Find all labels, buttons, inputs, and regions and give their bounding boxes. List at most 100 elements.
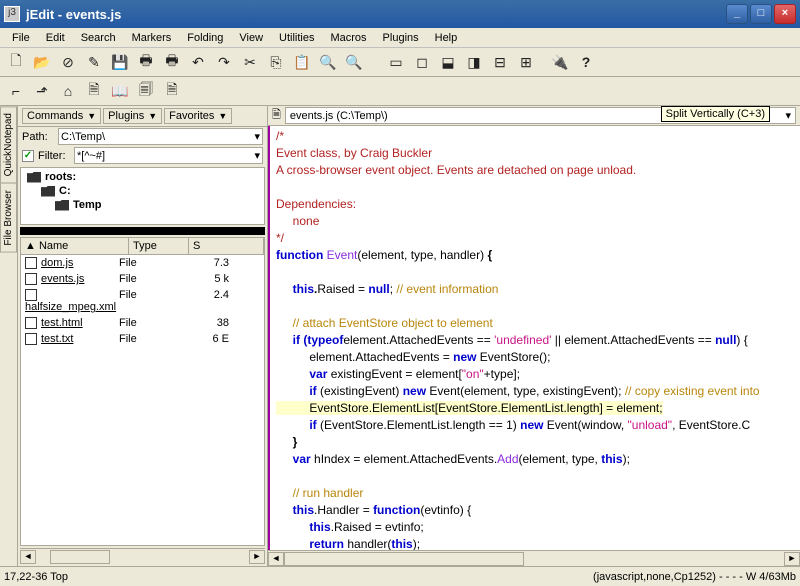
menu-file[interactable]: File — [4, 30, 38, 46]
file-icon — [25, 333, 37, 345]
new-icon[interactable]: 🗋 — [4, 50, 28, 74]
split-none-icon[interactable]: ◻ — [410, 50, 434, 74]
no-icon[interactable]: ⊘ — [56, 50, 80, 74]
plugins-dropdown[interactable]: Plugins▼ — [103, 108, 162, 124]
col-type[interactable]: Type — [129, 238, 189, 254]
file-row[interactable]: halfsize_mpeg.xmlFile2.4 — [21, 287, 264, 315]
filter-row: ✓ Filter: *[^~#]▾ — [18, 146, 267, 165]
menu-plugins[interactable]: Plugins — [375, 30, 427, 46]
buffers-icon[interactable]: ⊟ — [488, 50, 512, 74]
scroll-left-icon[interactable]: ◄ — [20, 550, 36, 564]
open-icon[interactable]: 📂 — [30, 50, 54, 74]
titlebar: j3 jEdit - events.js _ □ × — [0, 0, 800, 28]
tooltip: Split Vertically (C+3) — [661, 106, 770, 122]
book-icon[interactable]: 📖 — [108, 79, 132, 103]
plugins-icon[interactable]: 🔌 — [548, 50, 572, 74]
scroll-left-icon[interactable]: ◄ — [268, 552, 284, 566]
toolbar-second: ⌐ ⬏ ⌂ 🗎 📖 🗐 🗎 — [0, 77, 800, 106]
main-area: QuickNotepad File Browser Commands▼ Plug… — [0, 106, 800, 566]
file-row[interactable]: dom.jsFile7.3 — [21, 255, 264, 271]
file-row[interactable]: test.htmlFile38 — [21, 315, 264, 331]
scroll-thumb[interactable] — [50, 550, 110, 564]
menu-help[interactable]: Help — [427, 30, 466, 46]
folder-icon — [41, 186, 55, 197]
status-position: 17,22-36 Top — [4, 571, 68, 583]
col-name[interactable]: ▲ Name — [21, 238, 129, 254]
sidebar-button-bar: Commands▼ Plugins▼ Favorites▼ — [18, 106, 267, 127]
filter-field[interactable]: *[^~#]▾ — [74, 147, 263, 164]
app-icon: j3 — [4, 6, 20, 22]
doc-icon: 🗎 — [272, 106, 281, 125]
find-next-icon[interactable]: 🔍 — [342, 50, 366, 74]
home-icon[interactable]: ⌂ — [56, 79, 80, 103]
tab-quicknotepad[interactable]: QuickNotepad — [0, 106, 17, 183]
pages-icon[interactable]: 🗐 — [134, 79, 158, 103]
split-h-icon[interactable]: ⬓ — [436, 50, 460, 74]
status-encoding: (javascript,none,Cp1252) - - - - W 4/63M… — [593, 571, 796, 583]
editor-pane: 🗎 events.js (C:\Temp\)▾ Split Vertically… — [268, 106, 800, 566]
toolbar-main: 🗋 📂 ⊘ ✎ 💾 🖶 🖶 ↶ ↷ ✂ ⎘ 📋 🔍 🔍 ▭ ◻ ⬓ ◨ ⊟ ⊞ … — [0, 48, 800, 77]
editor-h-scrollbar[interactable]: ◄ ► — [268, 550, 800, 566]
favorites-dropdown[interactable]: Favorites▼ — [164, 108, 232, 124]
commands-dropdown[interactable]: Commands▼ — [22, 108, 101, 124]
help-icon[interactable]: ? — [574, 50, 598, 74]
folder-tree[interactable]: roots: C: Temp — [20, 167, 265, 225]
file-icon — [25, 273, 37, 285]
print-icon[interactable]: 🖶 — [134, 50, 158, 74]
window-title: jEdit - events.js — [26, 7, 724, 22]
print-page-icon[interactable]: 🖶 — [160, 50, 184, 74]
file-list: ▲ Name Type S dom.jsFile7.3 events.jsFil… — [20, 237, 265, 546]
file-icon — [25, 317, 37, 329]
page-icon[interactable]: 🗎 — [82, 79, 106, 103]
menu-view[interactable]: View — [231, 30, 271, 46]
tree-up-icon[interactable]: ⬏ — [30, 79, 54, 103]
tab-file-browser[interactable]: File Browser — [0, 183, 17, 253]
menubar: File Edit Search Markers Folding View Ut… — [0, 28, 800, 48]
h-scrollbar[interactable]: ◄ ► — [20, 548, 265, 564]
menu-markers[interactable]: Markers — [124, 30, 180, 46]
menu-macros[interactable]: Macros — [322, 30, 374, 46]
buffers2-icon[interactable]: ⊞ — [514, 50, 538, 74]
folder-icon — [55, 200, 69, 211]
col-size[interactable]: S — [189, 238, 264, 254]
cut-icon[interactable]: ✂ — [238, 50, 262, 74]
side-tabs: QuickNotepad File Browser — [0, 106, 18, 566]
save-icon[interactable]: 💾 — [108, 50, 132, 74]
buffer-bar: 🗎 events.js (C:\Temp\)▾ Split Vertically… — [268, 106, 800, 126]
menu-search[interactable]: Search — [73, 30, 124, 46]
shape-l-icon[interactable]: ⌐ — [4, 79, 28, 103]
undo-icon[interactable]: ↶ — [186, 50, 210, 74]
menu-edit[interactable]: Edit — [38, 30, 73, 46]
path-field[interactable]: C:\Temp\▾ — [58, 128, 263, 145]
code-area[interactable]: /* Event class, by Craig Buckler A cross… — [268, 126, 800, 550]
maximize-button[interactable]: □ — [750, 4, 772, 24]
paste-icon[interactable]: 📋 — [290, 50, 314, 74]
menu-utilities[interactable]: Utilities — [271, 30, 322, 46]
scroll-right-icon[interactable]: ► — [784, 552, 800, 566]
scroll-strip[interactable] — [20, 227, 265, 235]
filter-label: Filter: — [38, 150, 70, 162]
path-label: Path: — [22, 131, 54, 143]
page2-icon[interactable]: 🗎 — [160, 79, 184, 103]
status-bar: 17,22-36 Top (javascript,none,Cp1252) - … — [0, 566, 800, 586]
minimize-button[interactable]: _ — [726, 4, 748, 24]
find-icon[interactable]: 🔍 — [316, 50, 340, 74]
close-button[interactable]: × — [774, 4, 796, 24]
file-icon — [25, 289, 37, 301]
edit-icon[interactable]: ✎ — [82, 50, 106, 74]
scroll-right-icon[interactable]: ► — [249, 550, 265, 564]
scroll-thumb[interactable] — [284, 552, 524, 566]
new-view-icon[interactable]: ▭ — [384, 50, 408, 74]
split-v-icon[interactable]: ◨ — [462, 50, 486, 74]
file-row[interactable]: events.jsFile5 k — [21, 271, 264, 287]
menu-folding[interactable]: Folding — [179, 30, 231, 46]
copy-icon[interactable]: ⎘ — [264, 50, 288, 74]
path-row: Path: C:\Temp\▾ — [18, 127, 267, 146]
filter-checkbox[interactable]: ✓ — [22, 150, 34, 162]
file-browser: Commands▼ Plugins▼ Favorites▼ Path: C:\T… — [18, 106, 268, 566]
file-row[interactable]: test.txtFile6 E — [21, 331, 264, 347]
file-list-header: ▲ Name Type S — [21, 238, 264, 255]
file-icon — [25, 257, 37, 269]
redo-icon[interactable]: ↷ — [212, 50, 236, 74]
folder-icon — [27, 172, 41, 183]
